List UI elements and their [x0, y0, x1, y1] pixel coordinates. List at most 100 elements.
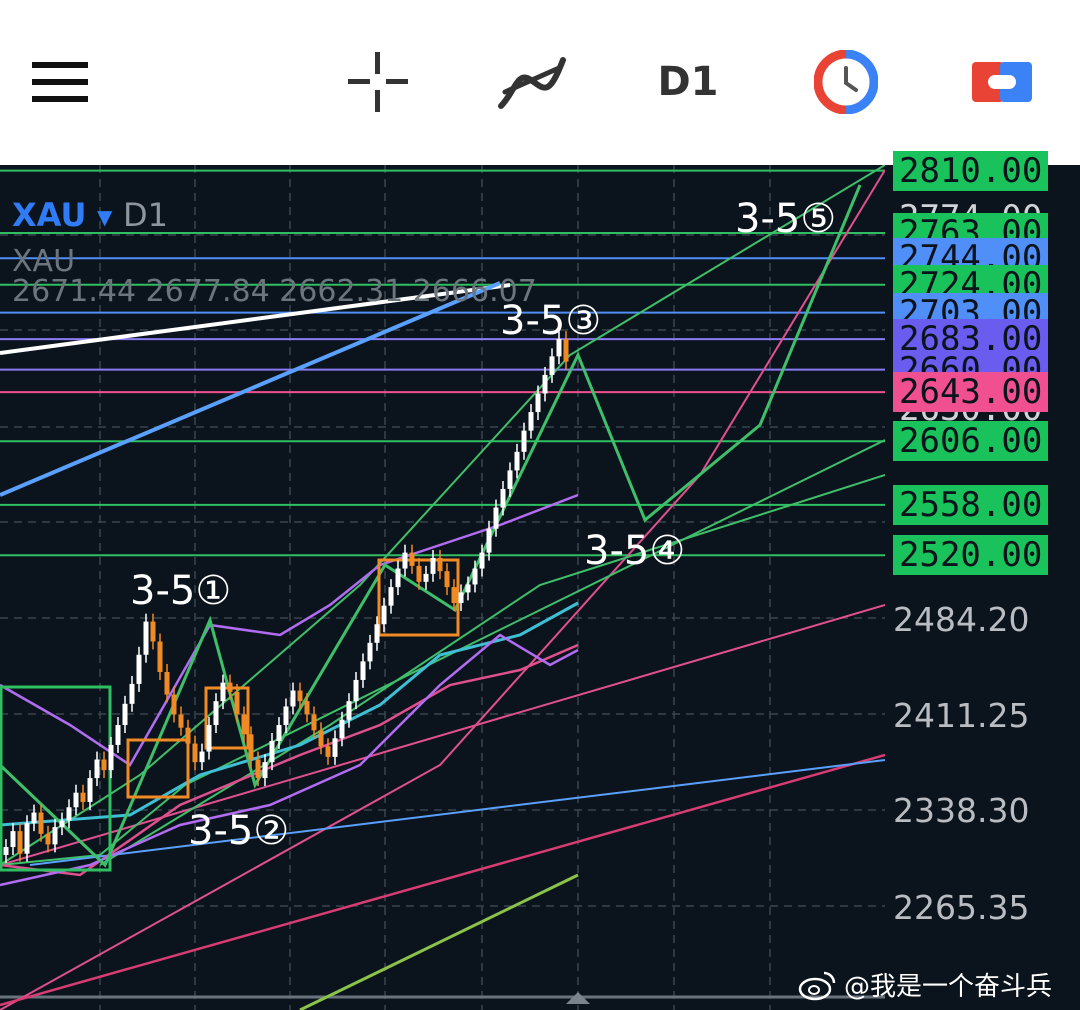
blue-channel-line: [29, 759, 885, 866]
legend-symbol[interactable]: XAU: [12, 196, 86, 234]
candle: [255, 759, 261, 779]
candle: [535, 393, 541, 413]
toggle-icon: [972, 62, 1032, 102]
candle: [437, 557, 443, 572]
candle: [213, 701, 219, 726]
candle: [185, 727, 191, 744]
candle: [241, 714, 247, 735]
pink-channel-line-2: [0, 604, 885, 866]
candle: [493, 507, 499, 529]
symbol-dropdown-icon[interactable]: ▼: [97, 205, 112, 229]
legend-timeframe: D1: [123, 196, 168, 234]
candle: [290, 690, 296, 707]
candle: [248, 734, 254, 760]
price-label: 2810.00: [893, 150, 1049, 191]
candle: [395, 568, 401, 588]
candle: [262, 762, 268, 779]
candle: [157, 641, 163, 672]
candle: [115, 725, 121, 745]
candle: [80, 792, 86, 802]
price-label: 2520.00: [893, 535, 1049, 576]
candle: [52, 827, 58, 845]
candle: [346, 701, 352, 720]
candle: [367, 642, 373, 662]
candle: [339, 719, 345, 739]
candle: [199, 751, 205, 763]
candle: [87, 778, 93, 802]
weibo-logo-icon: [798, 971, 836, 1000]
clock-button[interactable]: [806, 42, 886, 122]
price-label: 2606.00: [893, 421, 1049, 462]
candle: [514, 451, 520, 471]
candle: [297, 690, 303, 702]
candle: [94, 759, 100, 779]
blue-trend-line: [0, 281, 501, 497]
red-trend-line: [0, 753, 885, 1007]
candle: [374, 624, 380, 643]
candle: [381, 605, 387, 625]
wave-label-5: 3-5⑤: [735, 196, 837, 242]
price-label: 2558.00: [893, 484, 1049, 525]
menu-button[interactable]: [20, 42, 100, 122]
candle: [171, 694, 177, 715]
candle: [101, 759, 107, 771]
y-tick: 2484.20: [893, 600, 1030, 639]
candle: [486, 528, 492, 553]
toolbar: D1: [0, 0, 1080, 165]
candle: [507, 470, 513, 489]
candle: [122, 703, 128, 726]
candle: [465, 584, 471, 593]
candle: [444, 571, 450, 588]
candle: [276, 725, 282, 741]
candle: [416, 565, 422, 582]
candle: [528, 412, 534, 431]
candle: [318, 730, 324, 747]
watermark-text: @我是一个奋斗兵: [844, 972, 1053, 1002]
layout-toggle-button[interactable]: [962, 42, 1042, 122]
candle: [549, 356, 555, 375]
candle: [129, 683, 135, 704]
price-label: 2643.00: [893, 372, 1049, 413]
candle: [38, 812, 44, 834]
legend-ohlc: 2671.44 2677.84 2662.31 2666.07: [12, 274, 537, 309]
candle: [479, 552, 485, 569]
candle: [332, 738, 338, 757]
candle: [283, 706, 289, 726]
candle: [206, 725, 212, 752]
wave-label-1: 3-5①: [130, 568, 232, 614]
candle: [353, 679, 359, 702]
candle: [388, 587, 394, 606]
indicators-icon: [498, 57, 566, 109]
indicators-button[interactable]: [492, 42, 572, 122]
candle: [234, 691, 240, 715]
candles: [3, 331, 569, 863]
hamburger-menu-icon: [32, 62, 88, 102]
wave-label-4: 3-5④: [584, 528, 686, 574]
candle: [108, 744, 114, 771]
candle: [500, 488, 506, 508]
y-tick: 2411.25: [893, 696, 1030, 735]
candle: [423, 573, 429, 582]
candle: [402, 552, 408, 569]
crosshair-button[interactable]: [338, 42, 418, 122]
candle: [269, 740, 275, 763]
candle: [458, 592, 464, 604]
candle: [360, 661, 366, 680]
candle: [17, 831, 23, 854]
candle: [66, 807, 72, 821]
candle: [59, 820, 65, 828]
candle: [73, 792, 79, 808]
wave-label-3: 3-5③: [500, 298, 602, 344]
candle: [164, 671, 170, 695]
candle: [542, 374, 548, 394]
candle: [150, 621, 156, 642]
candle: [192, 743, 198, 763]
candle: [45, 833, 51, 845]
timeframe-button[interactable]: D1: [648, 42, 728, 122]
candle: [31, 812, 37, 824]
candle: [325, 746, 331, 757]
candle: [521, 430, 527, 452]
candle: [451, 587, 457, 604]
crosshair-icon: [348, 52, 408, 112]
candle: [409, 552, 415, 566]
